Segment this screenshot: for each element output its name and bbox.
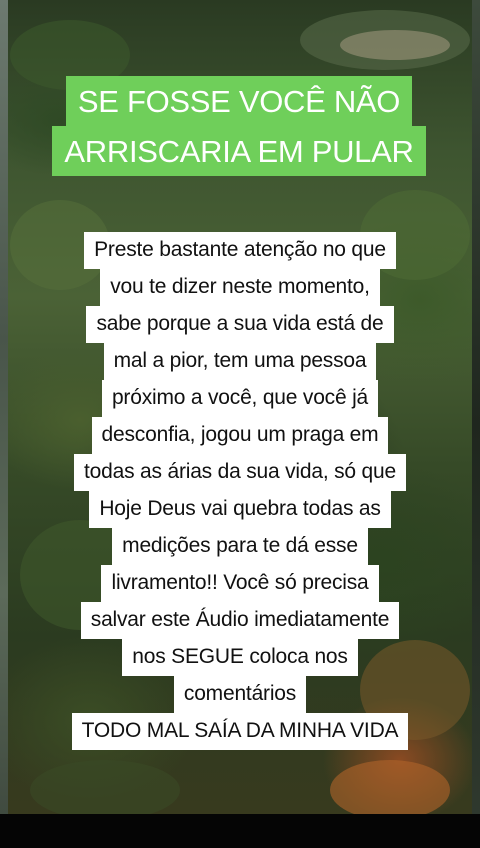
hillside-houses [340,30,450,60]
caption-line: desconfia, jogou um praga em [91,417,389,454]
caption-line: todas as árias da sua vida, só que [74,454,406,491]
right-edge-strip [472,0,480,848]
caption-text-block: Preste bastante atenção no que vou te di… [26,232,454,750]
headline: SE FOSSE VOCÊ NÃO ARRISCARIA EM PULAR [42,76,436,176]
caption-line: Hoje Deus vai quebra todas as [89,491,391,528]
tree-canopy [30,760,180,820]
headline-line-2: ARRISCARIA EM PULAR [52,126,426,176]
caption-line: Preste bastante atenção no que [84,232,396,269]
caption-line: mal a pior, tem uma pessoa [103,343,377,380]
caption-line: nos SEGUE coloca nos [122,639,358,676]
caption-line: comentários [173,676,307,713]
caption-line: medições para te dá esse [112,528,368,565]
left-edge-strip [0,0,8,848]
caption-line-final: TODO MAL SAÍA DA MINHA VIDA [71,713,409,750]
caption-line: sabe porque a sua vida está de [86,306,394,343]
caption-line: salvar este Áudio imediatamente [80,602,400,639]
autumn-tree [330,760,450,820]
caption-line: livramento!! Você só precisa [101,565,379,602]
caption-line: vou te dizer neste momento, [100,269,380,306]
caption-line: próximo a você, que você já [101,380,379,417]
bottom-black-bar [0,814,480,848]
headline-line-1: SE FOSSE VOCÊ NÃO [65,76,413,126]
